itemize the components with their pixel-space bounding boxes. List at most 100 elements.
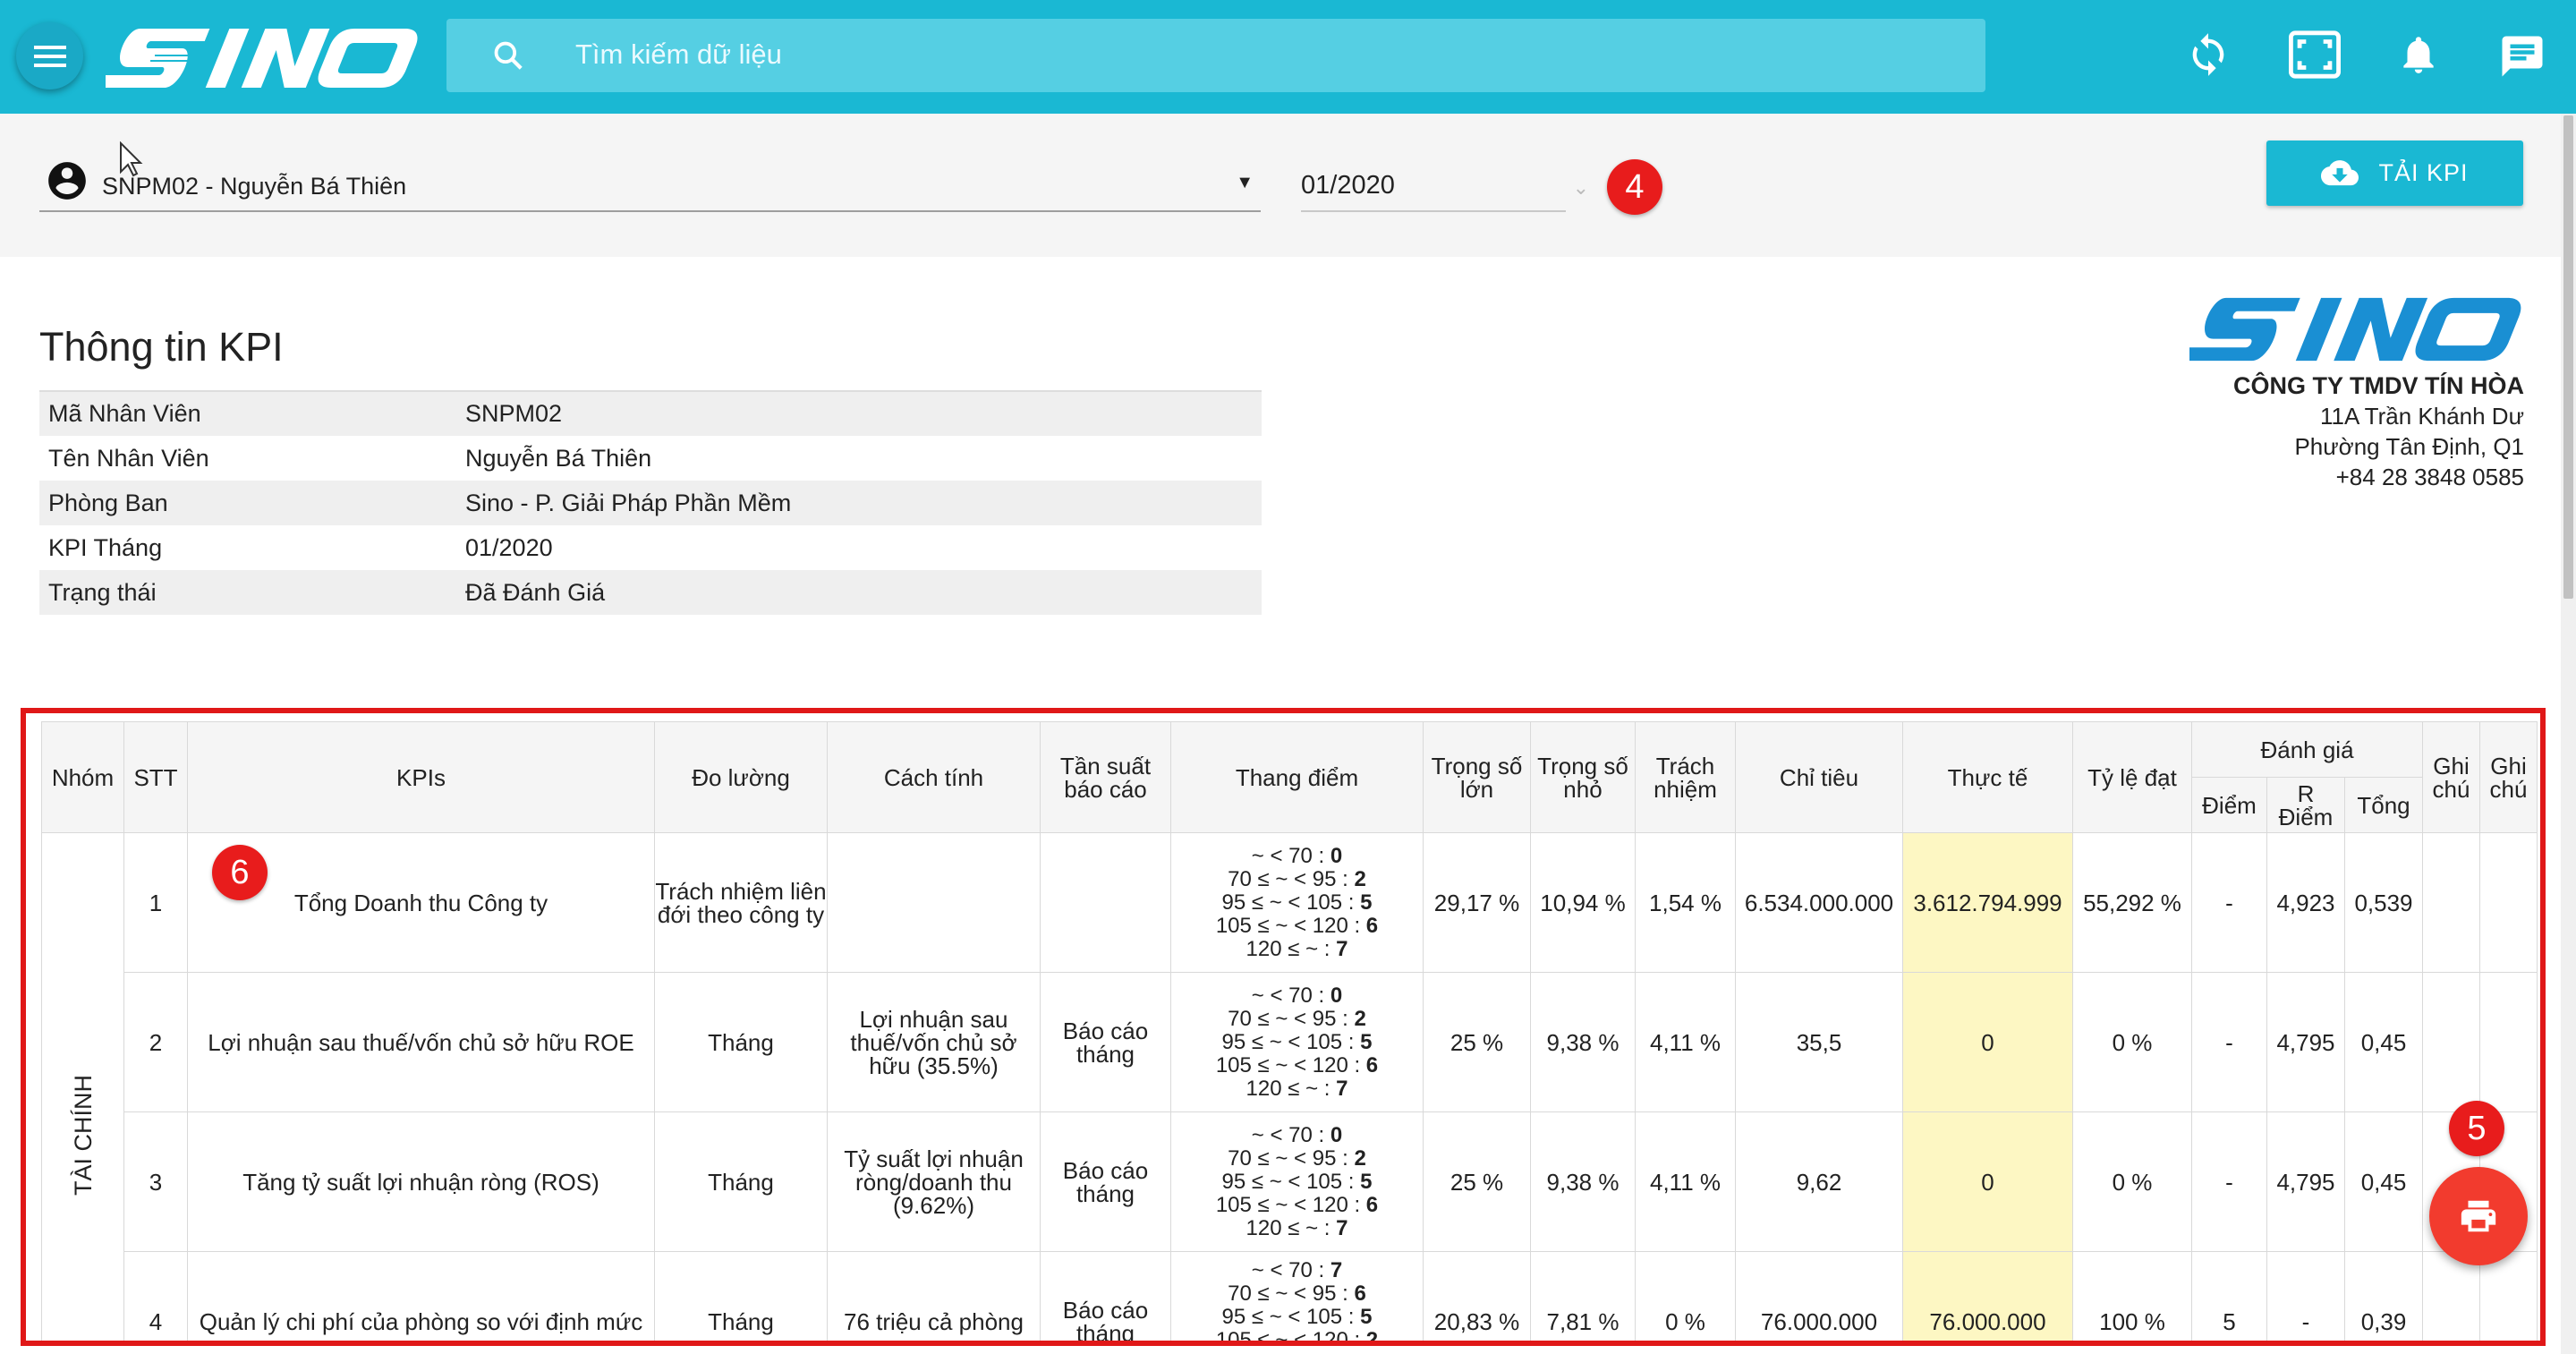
info-row: Tên Nhân Viên Nguyễn Bá Thiên: [39, 436, 1262, 481]
message-icon[interactable]: [2498, 32, 2546, 81]
actual-cell[interactable]: 0: [1902, 972, 2073, 1112]
col-weight-big: Trọng số lớn: [1423, 721, 1531, 833]
frequency-cell: Báo cáo tháng: [1040, 972, 1171, 1112]
fullscreen-icon[interactable]: [2289, 30, 2341, 79]
scale-line: 105 ≤ ~ < 120 : 6: [1215, 913, 1379, 938]
search-bar[interactable]: Tìm kiếm dữ liệu: [446, 19, 1985, 92]
table-row: TÀI CHÍNH 1 Tổng Doanh thu Công ty Trách…: [41, 832, 2538, 1341]
score-cell: 5: [2191, 1251, 2267, 1341]
target-cell: 76.000.000: [1735, 1251, 1903, 1341]
info-value: 01/2020: [465, 533, 553, 561]
info-row: Trạng thái Đã Đánh Giá: [39, 570, 1262, 615]
chevron-down-icon[interactable]: ⌄: [1573, 176, 1589, 200]
refresh-icon[interactable]: [2185, 29, 2232, 81]
scale-line: 105 ≤ ~ < 120 : 6: [1215, 1192, 1379, 1217]
scale-line: 120 ≤ ~ : 7: [1245, 936, 1348, 961]
col-score: Điểm: [2191, 777, 2267, 833]
actual-cell[interactable]: 76.000.000: [1902, 1251, 2073, 1341]
month-select-value: 01/2020: [1301, 171, 1395, 200]
note-cell: [2422, 972, 2480, 1112]
company-phone: +84 28 3848 0585: [2335, 464, 2524, 490]
col-target: Chỉ tiêu: [1735, 721, 1903, 833]
info-key: Trạng thái: [48, 578, 157, 606]
weight-big-cell: 20,83 %: [1423, 1251, 1531, 1341]
scale-line: ~ < 70 : 0: [1251, 983, 1343, 1008]
page-scrollbar[interactable]: [2561, 114, 2576, 1354]
info-key: KPI Tháng: [48, 533, 163, 561]
scale-line: 120 ≤ ~ : 7: [1245, 1076, 1348, 1101]
load-kpi-button[interactable]: TẢI KPI: [2266, 141, 2523, 206]
ratio-cell: 0 %: [2072, 1111, 2192, 1252]
scale-cell: ~ < 70 : 7 70 ≤ ~ < 95 : 6 95 ≤ ~ < 105 : …: [1170, 1251, 1424, 1341]
scale-line: ~ < 70 : 0: [1251, 1122, 1343, 1147]
method-cell: Lợi nhuận sau thuế/vốn chủ sở hữu (35.5%…: [827, 972, 1041, 1112]
r-score-cell: 4,795: [2266, 972, 2345, 1112]
filter-bar: SNPM02 - Nguyễn Bá Thiên ▼ 01/2020 ⌄ 4 T…: [0, 114, 2561, 257]
kpi-table-highlight: Nhóm STT KPIs Đo lường Cách tính Tần suấ…: [21, 708, 2546, 1346]
measure-cell: Tháng: [654, 972, 828, 1112]
load-kpi-label: TẢI KPI: [2378, 159, 2469, 186]
responsibility-cell: 1,54 %: [1635, 832, 1736, 973]
annotation-badge-6: 6: [212, 845, 268, 900]
month-select[interactable]: 01/2020 ⌄: [1301, 149, 1589, 212]
col-group: Nhóm: [41, 721, 124, 833]
info-value: Sino - P. Giải Pháp Phần Mềm: [465, 489, 792, 516]
group-cell: TÀI CHÍNH: [41, 832, 124, 1341]
r-score-cell: 4,795: [2266, 1111, 2345, 1252]
target-cell: 9,62: [1735, 1111, 1903, 1252]
total-cell: 0,45: [2344, 972, 2423, 1112]
stt-cell: 2: [123, 972, 188, 1112]
col-kpis: KPIs: [187, 721, 655, 833]
page-title: Thông tin KPI: [39, 324, 284, 370]
employee-select[interactable]: SNPM02 - Nguyễn Bá Thiên ▼: [39, 149, 1261, 212]
info-row: Mã Nhân Viên SNPM02: [39, 391, 1262, 436]
company-info: CÔNG TY TMDV TÍN HÒA 11A Trần Khánh Dư P…: [2233, 370, 2524, 492]
measure-cell: Trách nhiệm liên đới theo công ty: [654, 832, 828, 973]
col-actual: Thực tế: [1902, 721, 2073, 833]
search-placeholder[interactable]: Tìm kiếm dữ liệu: [575, 38, 782, 71]
kpi-page: Tìm kiếm dữ liệu SNPM02 - Nguyễn Bá Thiê…: [0, 0, 2576, 1354]
ratio-cell: 100 %: [2072, 1251, 2192, 1341]
scale-cell: ~ < 70 : 0 70 ≤ ~ < 95 : 2 95 ≤ ~ < 105 : …: [1170, 1111, 1424, 1252]
kpi-cell: Lợi nhuận sau thuế/vốn chủ sở hữu ROE: [187, 972, 655, 1112]
col-scale: Thang điểm: [1170, 721, 1424, 833]
method-cell: [827, 832, 1041, 973]
company-address-1: 11A Trần Khánh Dư: [2320, 403, 2524, 430]
weight-big-cell: 29,17 %: [1423, 832, 1531, 973]
account-circle-icon: [48, 162, 86, 200]
total-cell: 0,539: [2344, 832, 2423, 973]
scale-line: ~ < 70 : 0: [1251, 843, 1343, 868]
info-value: SNPM02: [465, 400, 563, 427]
menu-button[interactable]: [16, 22, 83, 89]
scrollbar-thumb[interactable]: [2563, 115, 2573, 599]
col-measure: Đo lường: [654, 721, 828, 833]
table-row: 3 Tăng tỷ suất lợi nhuận ròng (ROS) Thán…: [42, 1111, 2538, 1252]
print-button[interactable]: [2429, 1167, 2528, 1265]
scale-line: 70 ≤ ~ < 95 : 2: [1228, 866, 1366, 891]
target-cell: 6.534.000.000: [1735, 832, 1903, 973]
bell-icon[interactable]: [2396, 29, 2441, 81]
frequency-cell: Báo cáo tháng: [1040, 1111, 1171, 1252]
actual-cell[interactable]: 3.612.794.999: [1902, 832, 2073, 973]
measure-cell: Tháng: [654, 1251, 828, 1341]
note-cell: [2422, 1251, 2480, 1341]
total-cell: 0,45: [2344, 1111, 2423, 1252]
col-frequency: Tần suất báo cáo: [1040, 721, 1171, 833]
scale-line: 120 ≤ ~ : 7: [1245, 1215, 1348, 1240]
actual-cell[interactable]: 0: [1902, 1111, 2073, 1252]
group-label: TÀI CHÍNH: [69, 1075, 97, 1196]
weight-small-cell: 9,38 %: [1530, 972, 1636, 1112]
sino-logo[interactable]: [106, 25, 419, 91]
scale-line: 70 ≤ ~ < 95 : 2: [1228, 1006, 1366, 1031]
col-total: Tổng: [2344, 777, 2423, 833]
kpi-info-table: Mã Nhân Viên SNPM02 Tên Nhân Viên Nguyễn B…: [39, 390, 1262, 615]
scale-line: ~ < 70 : 7: [1251, 1258, 1343, 1282]
note-cell: [2479, 832, 2538, 973]
frequency-cell: [1040, 832, 1171, 973]
dropdown-arrow-icon[interactable]: ▼: [1236, 173, 1254, 193]
top-app-bar: Tìm kiếm dữ liệu: [0, 0, 2576, 114]
menu-icon: [33, 45, 66, 67]
stt-cell: 1: [123, 832, 188, 973]
method-cell: 76 triệu cả phòng: [827, 1251, 1041, 1341]
col-ratio: Tỷ lệ đạt: [2072, 721, 2192, 833]
